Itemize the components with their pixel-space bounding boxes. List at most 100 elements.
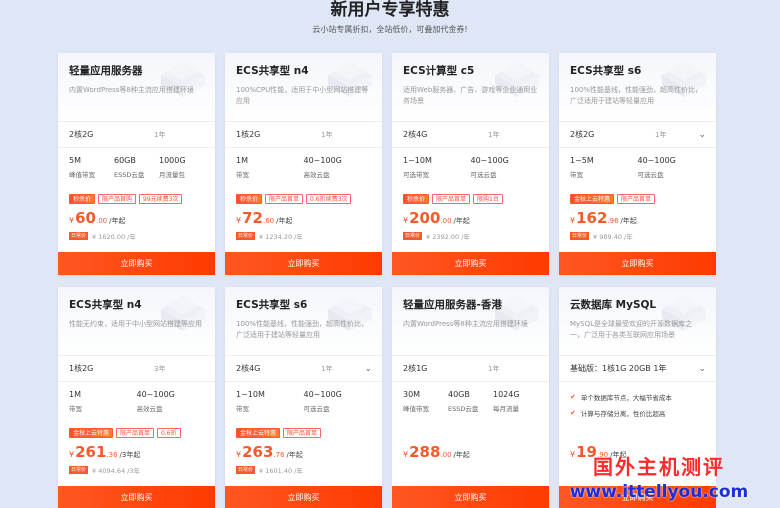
stat-label: 峰值带宽	[403, 405, 429, 413]
stat-item: 1~5M 带宽	[570, 156, 638, 188]
card-description: 100%CPU性能，适用于中小型网站搭建等应用	[236, 86, 369, 105]
stat-label: 可选带宽	[403, 171, 429, 179]
price-integer: 200	[409, 209, 441, 227]
spec-selector[interactable]: 基础版：1核1G 20GB 1年 ⌄	[559, 355, 716, 382]
stat-item: 40~100G 可选云盘	[471, 156, 539, 188]
stat-label: ESSD云盘	[448, 405, 479, 413]
spec-value: 1核2G	[236, 130, 261, 139]
period-value: 1年	[321, 130, 333, 139]
spec-selector[interactable]: 2核1G 1年	[392, 355, 549, 382]
price-unit: /年起	[453, 217, 470, 225]
original-price-tag: 日常价	[236, 232, 256, 240]
chevron-down-icon[interactable]: ⌄	[364, 364, 372, 374]
promo-badge: 金秋上云特惠	[236, 428, 281, 438]
price-integer: 19	[576, 443, 597, 461]
promo-badge: 金秋上云特惠	[69, 428, 114, 438]
feature-list: ✔ 单个数据库节点，大幅节省成本 ✔ 计算与存储分离，性价比超高	[559, 382, 716, 422]
buy-now-button[interactable]: 立即购买	[225, 486, 382, 508]
original-price-line: 日常价 ¥ 2392.00 /年	[392, 228, 549, 242]
buy-now-button[interactable]: 立即购买	[58, 252, 215, 275]
buy-now-button[interactable]: 立即购买	[392, 252, 549, 275]
stat-label: ESSD云盘	[114, 171, 145, 179]
badge-row: 秒杀价 限产品首单 限购1台	[392, 188, 549, 206]
stat-label: 每月流量	[493, 405, 519, 413]
card-title: 轻量应用服务器-香港	[403, 299, 502, 311]
card-description: 性能无约束，适用于中小型网站搭建等应用	[69, 320, 202, 328]
stat-item: 60GB ESSD云盘	[114, 156, 159, 188]
product-grid: 轻量应用服务器 内置WordPress等8种主流应用搭建环境 2核2G 1年 5M 峰值带…	[58, 53, 716, 508]
price-decimal: .00	[440, 217, 452, 225]
stat-value: 40~100G	[303, 390, 342, 399]
card-title: 轻量应用服务器	[69, 65, 143, 77]
page-title: 新用户专享特惠	[330, 0, 450, 20]
price-unit: /年起	[286, 451, 303, 459]
price: ¥288.00/年起	[392, 440, 549, 462]
buy-now-button[interactable]: 立即购买	[559, 486, 716, 508]
spec-selector[interactable]: 2核4G 1年	[392, 121, 549, 148]
price-unit: /年起	[453, 451, 470, 459]
card-title: ECS共享型 n4	[236, 65, 309, 77]
buy-now-button[interactable]: 立即购买	[392, 486, 549, 508]
card-description: 内置WordPress等8种主流应用搭建环境	[403, 320, 528, 328]
card-header: 轻量应用服务器 内置WordPress等8种主流应用搭建环境	[58, 53, 215, 121]
spec-selector[interactable]: 2核2G 1年	[58, 121, 215, 148]
period-value: 1年	[154, 130, 166, 139]
currency-symbol: ¥	[69, 216, 75, 225]
spec-value: 2核1G	[403, 364, 428, 373]
stat-value: 1~10M	[236, 390, 265, 399]
buy-now-button[interactable]: 立即购买	[225, 252, 382, 275]
spec-stats: 1M 带宽 40~100G 高效云盘	[58, 382, 215, 422]
spec-selector[interactable]: 2核4G 1年 ⌄	[225, 355, 382, 382]
card-title: ECS计算型 c5	[403, 65, 475, 77]
original-price-line: 日常价 ¥ 989.40 /年	[559, 228, 716, 242]
stat-value: 5M	[69, 156, 81, 165]
spec-selector[interactable]: 1核2G 1年	[225, 121, 382, 148]
feature-item: ✔ 计算与存储分离，性价比超高	[570, 408, 705, 418]
price-decimal: .90	[596, 451, 609, 459]
promo-badge: 限产品首单	[617, 194, 656, 204]
price-decimal: .76	[273, 451, 285, 459]
chevron-down-icon[interactable]: ⌄	[698, 364, 706, 374]
check-icon: ✔	[570, 393, 576, 401]
card-title: ECS共享型 s6	[570, 65, 642, 77]
price-integer: 263	[242, 443, 274, 461]
price-decimal: .96	[607, 217, 619, 225]
price-decimal: .00	[95, 217, 108, 225]
feature-text: 单个数据库节点，大幅节省成本	[580, 394, 672, 402]
stat-value: 40~100G	[637, 156, 676, 165]
product-card: 轻量应用服务器 内置WordPress等8种主流应用搭建环境 2核2G 1年 5M 峰值带…	[58, 53, 215, 275]
buy-now-button[interactable]: 立即购买	[58, 486, 215, 508]
original-price-line: 日常价 ¥ 4094.64 /3年	[58, 462, 215, 476]
spec-value: 2核2G	[570, 130, 595, 139]
card-description: MySQL是全球最受欢迎的开源数据库之一，广泛用于各类互联网应用场景	[570, 320, 693, 339]
stat-item: 40~100G 可选云盘	[304, 390, 372, 422]
period-value: 1年	[655, 130, 667, 139]
stat-label: 带宽	[69, 405, 82, 413]
spec-selector[interactable]: 1核2G 3年	[58, 355, 215, 382]
badge-row	[392, 422, 549, 440]
promo-badge: 限产品首单	[432, 194, 471, 204]
promo-badge: 0.6折	[157, 428, 181, 438]
chevron-down-icon[interactable]: ⌄	[698, 130, 706, 140]
stat-value: 1M	[69, 390, 81, 399]
promo-badge: 限产品首单	[265, 194, 304, 204]
currency-symbol: ¥	[570, 216, 576, 225]
stat-value: 1M	[236, 156, 248, 165]
price-integer: 288	[409, 443, 441, 461]
original-price-tag: 日常价	[570, 232, 590, 240]
spec-selector[interactable]: 2核2G 1年 ⌄	[559, 121, 716, 148]
promo-badge: 限购1台	[473, 194, 503, 204]
stat-value: 1024G	[493, 390, 520, 399]
promo-badge: 金秋上云特惠	[570, 194, 615, 204]
stat-item: 1M 带宽	[69, 390, 137, 422]
price: ¥162.96/年起	[559, 206, 716, 228]
original-price: ¥ 1234.20 /年	[259, 233, 303, 241]
price-integer: 60	[75, 209, 96, 227]
stat-label: 峰值带宽	[69, 171, 95, 179]
stat-item: 1~10M 可选带宽	[403, 156, 471, 188]
spec-value: 1核2G	[69, 364, 94, 373]
promo-badge: 秒杀价	[403, 194, 430, 204]
buy-now-button[interactable]: 立即购买	[559, 252, 716, 275]
original-price-tag: 日常价	[69, 466, 89, 474]
spec-stats: 1~10M 带宽 40~100G 可选云盘	[225, 382, 382, 422]
